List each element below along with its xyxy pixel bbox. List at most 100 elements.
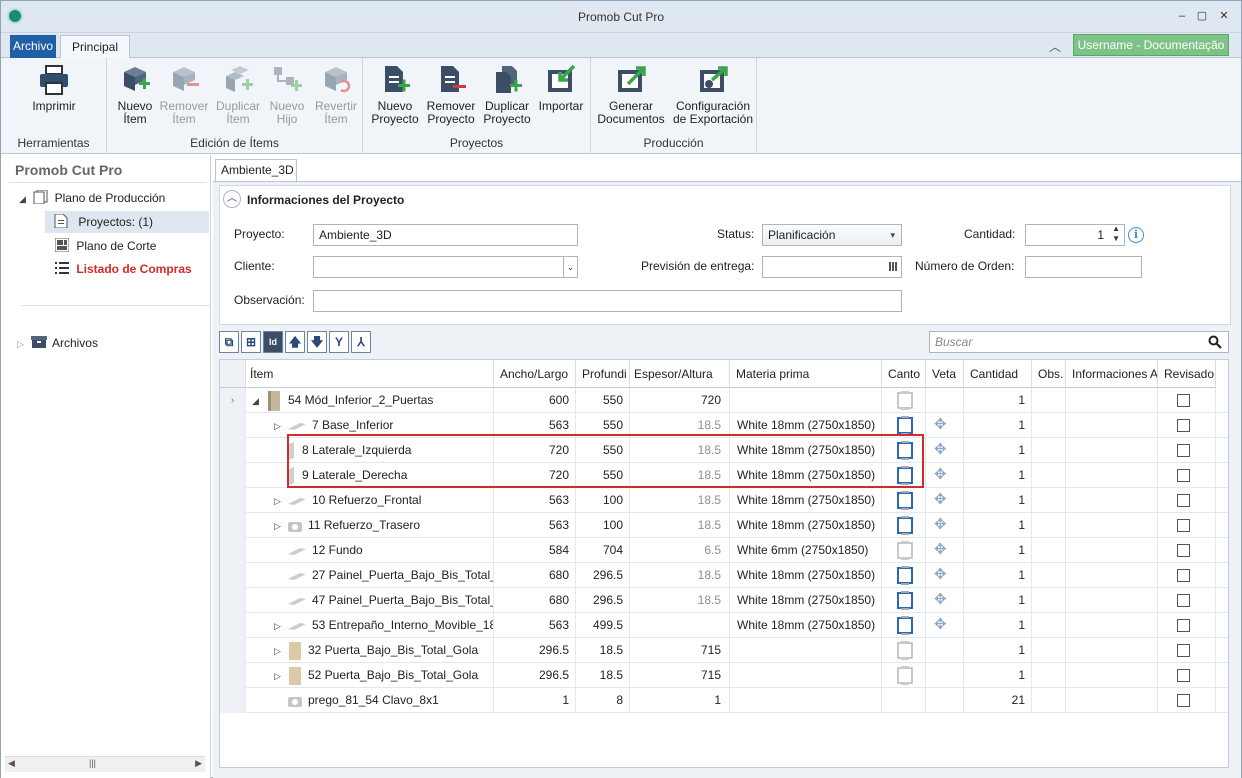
revisado-checkbox[interactable] [1177, 544, 1190, 557]
cantidad-cell[interactable]: 1 [964, 438, 1032, 463]
revisado-checkbox[interactable] [1177, 444, 1190, 457]
revisado-checkbox[interactable] [1177, 644, 1190, 657]
canto-cell[interactable] [882, 513, 926, 538]
table-row[interactable]: 8 Laterale_Izquierda 720 550 18.5 White 18mm… [220, 438, 1228, 463]
ancho-cell[interactable]: 720 [494, 438, 576, 463]
revisado-checkbox[interactable] [1177, 619, 1190, 632]
dropdown-chevron-icon[interactable]: ⌄ [563, 257, 577, 277]
scroll-thumb-icon[interactable]: ||| [89, 758, 96, 768]
tree-item-plano-produccion[interactable]: ◢ Plano de Producción [19, 189, 165, 205]
materia-cell[interactable]: White 18mm (2750x1850) [730, 613, 882, 638]
expand-row-icon[interactable]: ▷ [274, 489, 288, 513]
cantidad-cell[interactable]: 1 [964, 563, 1032, 588]
item-cell[interactable]: prego_81_54 Clavo_8x1 [246, 688, 494, 713]
revisado-checkbox[interactable] [1177, 469, 1190, 482]
materia-cell[interactable] [730, 638, 882, 663]
profundidad-cell[interactable]: 100 [576, 488, 630, 513]
col-header-canto[interactable]: Canto [882, 360, 926, 388]
row-gutter[interactable]: › [220, 388, 246, 413]
nuevo-item-button[interactable]: Nuevo Ítem [113, 64, 157, 126]
info-icon[interactable]: i [1128, 227, 1144, 243]
item-cell[interactable]: 9 Laterale_Derecha [246, 463, 494, 488]
col-header-veta[interactable]: Veta [926, 360, 964, 388]
obs-cell[interactable] [1032, 488, 1066, 513]
revisado-checkbox[interactable] [1177, 494, 1190, 507]
item-cell[interactable]: ▷ 53 Entrepaño_Interno_Movible_18 [246, 613, 494, 638]
ancho-cell[interactable]: 584 [494, 538, 576, 563]
stepper-arrows-icon[interactable]: ▲ ▼ [1112, 224, 1120, 244]
espesor-cell[interactable]: 18.5 [630, 413, 730, 438]
table-row[interactable]: 27 Painel_Puerta_Bajo_Bis_Total_Gola6802… [220, 563, 1228, 588]
status-select[interactable]: Planificación ▾ [762, 224, 902, 246]
merge-button[interactable]: Y [329, 331, 349, 353]
expand-row-icon[interactable]: ▷ [274, 614, 288, 638]
col-header-obs[interactable]: Obs. [1032, 360, 1066, 388]
obs-cell[interactable] [1032, 588, 1066, 613]
canto-cell[interactable] [882, 388, 926, 413]
canto-cell[interactable] [882, 563, 926, 588]
informaciones-cell[interactable] [1066, 638, 1158, 663]
item-cell[interactable]: 47 Painel_Puerta_Bajo_Bis_Total_Gola [246, 588, 494, 613]
user-badge[interactable]: Username - Documentação [1073, 34, 1229, 56]
row-gutter[interactable] [220, 463, 246, 488]
profundidad-cell[interactable]: 550 [576, 413, 630, 438]
cantidad-cell[interactable]: 1 [964, 588, 1032, 613]
maximize-button[interactable]: ▢ [1194, 9, 1210, 23]
profundidad-cell[interactable]: 100 [576, 513, 630, 538]
cantidad-cell[interactable]: 1 [964, 613, 1032, 638]
close-button[interactable]: ✕ [1216, 9, 1232, 23]
cantidad-stepper[interactable]: 1 ▲ ▼ [1025, 224, 1125, 246]
tree-item-proyectos[interactable]: Proyectos: (1) [53, 213, 153, 229]
prevision-date-field[interactable] [762, 256, 902, 278]
col-header-ancho[interactable]: Ancho/Largo [494, 360, 576, 388]
materia-cell[interactable]: White 18mm (2750x1850) [730, 413, 882, 438]
veta-cell[interactable]: ✥ [926, 588, 964, 613]
item-cell[interactable]: ▷ 32 Puerta_Bajo_Bis_Total_Gola [246, 638, 494, 663]
obs-cell[interactable] [1032, 638, 1066, 663]
canto-cell[interactable] [882, 688, 926, 713]
table-row[interactable]: ▷ 32 Puerta_Bajo_Bis_Total_Gola 296.5 18.5 7… [220, 638, 1228, 663]
ancho-cell[interactable]: 296.5 [494, 663, 576, 688]
revisado-checkbox[interactable] [1177, 669, 1190, 682]
col-header-revisado[interactable]: Revisado [1158, 360, 1216, 388]
veta-cell[interactable]: ✥ [926, 613, 964, 638]
item-cell[interactable]: ◢ 54 Mód_Inferior_2_Puertas [246, 388, 494, 413]
informaciones-cell[interactable] [1066, 488, 1158, 513]
remover-item-button[interactable]: Remover Ítem [159, 64, 209, 126]
expand-all-button[interactable]: ⧉ [219, 331, 239, 353]
expand-row-icon[interactable]: ▷ [274, 639, 288, 663]
cantidad-cell[interactable]: 1 [964, 388, 1032, 413]
espesor-cell[interactable]: 18.5 [630, 588, 730, 613]
profundidad-cell[interactable]: 704 [576, 538, 630, 563]
profundidad-cell[interactable]: 18.5 [576, 663, 630, 688]
profundidad-cell[interactable]: 296.5 [576, 588, 630, 613]
veta-cell[interactable]: ✥ [926, 538, 964, 563]
table-row[interactable]: ▷ 52 Puerta_Bajo_Bis_Total_Gola 296.5 18.5 7… [220, 663, 1228, 688]
canto-cell[interactable] [882, 638, 926, 663]
obs-cell[interactable] [1032, 688, 1066, 713]
item-cell[interactable]: ▷ 7 Base_Inferior [246, 413, 494, 438]
search-field[interactable]: Buscar [929, 331, 1229, 353]
numero-orden-field[interactable] [1025, 256, 1142, 278]
obs-cell[interactable] [1032, 538, 1066, 563]
obs-cell[interactable] [1032, 663, 1066, 688]
canto-cell[interactable] [882, 463, 926, 488]
minimize-button[interactable]: – [1174, 9, 1190, 23]
id-toggle-button[interactable]: Id [263, 331, 283, 353]
table-row[interactable]: › ◢ 54 Mód_Inferior_2_Puertas 600 550 720 1 [220, 388, 1228, 413]
item-cell[interactable]: ▷ 10 Refuerzo_Frontal [246, 488, 494, 513]
materia-cell[interactable]: White 18mm (2750x1850) [730, 588, 882, 613]
remover-proyecto-button[interactable]: Remover Proyecto [423, 64, 479, 126]
expand-row-icon[interactable]: ▷ [274, 664, 288, 688]
row-gutter[interactable] [220, 413, 246, 438]
revisado-checkbox[interactable] [1177, 394, 1190, 407]
cantidad-cell[interactable]: 1 [964, 638, 1032, 663]
ancho-cell[interactable]: 680 [494, 588, 576, 613]
profundidad-cell[interactable]: 550 [576, 438, 630, 463]
table-row[interactable]: ▷ 11 Refuerzo_Trasero 563 100 18.5 White 18mm… [220, 513, 1228, 538]
materia-cell[interactable]: White 6mm (2750x1850) [730, 538, 882, 563]
espesor-cell[interactable]: 18.5 [630, 513, 730, 538]
profundidad-cell[interactable]: 550 [576, 388, 630, 413]
split-button[interactable]: ⅄ [351, 331, 371, 353]
tree-item-plano-corte[interactable]: Plano de Corte [54, 237, 156, 253]
